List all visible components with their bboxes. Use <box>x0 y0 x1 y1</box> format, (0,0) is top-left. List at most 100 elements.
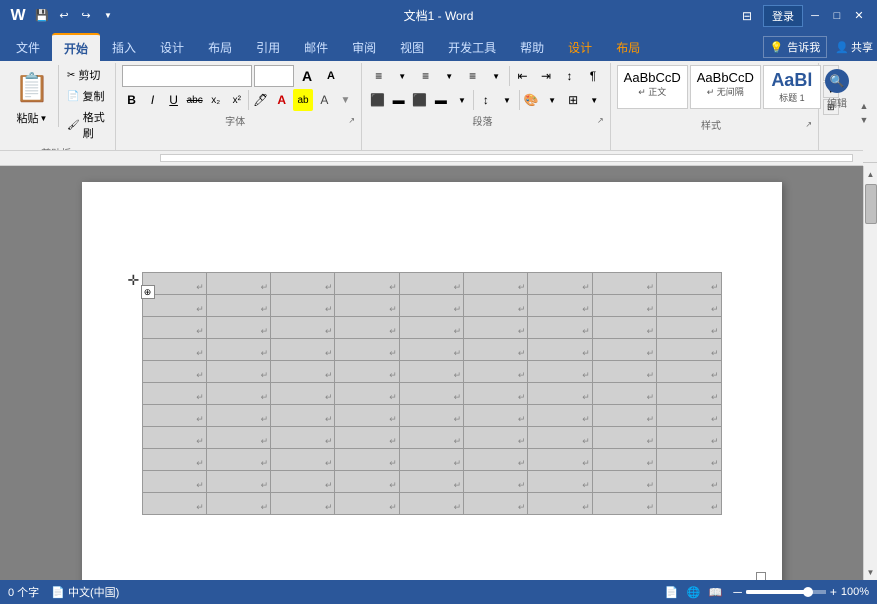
table-cell[interactable] <box>142 339 206 361</box>
table-cell[interactable] <box>206 493 270 515</box>
table-cell[interactable] <box>528 427 592 449</box>
tab-developer[interactable]: 开发工具 <box>436 33 508 61</box>
decrease-font-button[interactable]: A <box>320 65 342 87</box>
table-cell[interactable] <box>399 471 463 493</box>
table-cell[interactable] <box>657 339 721 361</box>
table-cell[interactable] <box>399 361 463 383</box>
table-cell[interactable] <box>592 361 656 383</box>
table-cell[interactable] <box>592 427 656 449</box>
shading-button[interactable]: 🎨 <box>521 89 540 111</box>
table-cell[interactable] <box>464 361 528 383</box>
table-cell[interactable] <box>271 493 335 515</box>
justify-button[interactable]: ▬ <box>431 89 450 111</box>
table-icon[interactable]: ⊟ <box>735 6 759 26</box>
text-effect-button[interactable]: A <box>315 89 334 111</box>
para-expand-icon[interactable]: ↗ <box>597 116 604 125</box>
table-cell[interactable] <box>335 317 399 339</box>
table-cell[interactable] <box>142 427 206 449</box>
paste-dropdown[interactable]: 粘贴 ▼ <box>14 109 51 127</box>
clear-format-button[interactable]: 🖊 <box>251 89 270 111</box>
table-cell[interactable] <box>399 493 463 515</box>
copy-button[interactable]: 📄 复制 <box>63 86 113 106</box>
bullet-dropdown-button[interactable]: ▼ <box>391 65 412 87</box>
tab-insert[interactable]: 插入 <box>100 33 148 61</box>
table-cell[interactable] <box>464 273 528 295</box>
table-cell[interactable] <box>657 273 721 295</box>
table-cell[interactable] <box>592 493 656 515</box>
login-button[interactable]: 登录 <box>763 5 803 27</box>
tab-home[interactable]: 开始 <box>52 33 100 61</box>
table-cell[interactable] <box>399 405 463 427</box>
table-cell[interactable] <box>335 493 399 515</box>
highlight-button[interactable]: ab <box>293 89 313 111</box>
table-cell[interactable] <box>142 493 206 515</box>
scroll-down-button[interactable]: ▼ <box>864 564 877 580</box>
table-cell[interactable] <box>657 361 721 383</box>
table-cell[interactable] <box>399 273 463 295</box>
font-color-button[interactable]: A <box>272 89 291 111</box>
table-cell[interactable] <box>657 493 721 515</box>
increase-font-button[interactable]: A <box>296 65 318 87</box>
table-cell[interactable] <box>592 471 656 493</box>
table-cell[interactable] <box>335 273 399 295</box>
table-cell[interactable] <box>271 339 335 361</box>
font-size-input[interactable] <box>254 65 294 87</box>
table-cell[interactable] <box>528 405 592 427</box>
tab-table-design[interactable]: 设计 <box>556 33 604 61</box>
table-cell[interactable] <box>592 339 656 361</box>
table-cell[interactable] <box>464 471 528 493</box>
table-cell[interactable] <box>399 383 463 405</box>
show-marks-button[interactable]: ¶ <box>582 65 603 87</box>
line-spacing-dropdown[interactable]: ▼ <box>497 89 516 111</box>
table-resize-handle[interactable] <box>756 572 766 580</box>
font-name-input[interactable] <box>122 65 252 87</box>
table-cell[interactable] <box>271 471 335 493</box>
close-button[interactable]: ✕ <box>849 6 869 26</box>
line-spacing-button[interactable]: ↕ <box>476 89 495 111</box>
table-cell[interactable] <box>142 405 206 427</box>
bullet-list-button[interactable]: ≡ <box>368 65 389 87</box>
bold-button[interactable]: B <box>122 89 141 111</box>
table-cell[interactable] <box>142 471 206 493</box>
decrease-indent-button[interactable]: ⇤ <box>512 65 533 87</box>
table-cell[interactable] <box>464 339 528 361</box>
minimize-button[interactable]: ─ <box>805 6 825 26</box>
table-cell[interactable] <box>271 273 335 295</box>
numbered-list-button[interactable]: ≡ <box>415 65 436 87</box>
table-cell[interactable] <box>528 493 592 515</box>
table-cell[interactable] <box>271 383 335 405</box>
table-cell[interactable] <box>142 449 206 471</box>
table-cell[interactable] <box>335 361 399 383</box>
table-cell[interactable] <box>335 383 399 405</box>
table-cell[interactable] <box>592 273 656 295</box>
table-cell[interactable] <box>335 405 399 427</box>
shading-dropdown[interactable]: ▼ <box>542 89 561 111</box>
tab-mailings[interactable]: 邮件 <box>292 33 340 61</box>
ribbon-scroll-down[interactable]: ▼ <box>857 113 871 127</box>
table-cell[interactable] <box>464 317 528 339</box>
tab-view[interactable]: 视图 <box>388 33 436 61</box>
read-view-button[interactable]: 📖 <box>705 583 725 601</box>
table-cell[interactable] <box>528 317 592 339</box>
table-cell[interactable] <box>399 295 463 317</box>
table-cell[interactable] <box>657 405 721 427</box>
scroll-thumb[interactable] <box>865 184 877 224</box>
redo-button[interactable]: ↪ <box>76 6 96 26</box>
table-cell[interactable] <box>592 405 656 427</box>
table-cell[interactable] <box>592 383 656 405</box>
table-move-handle[interactable]: ⊕ <box>141 285 155 299</box>
tab-table-layout[interactable]: 布局 <box>604 33 652 61</box>
table-cell[interactable] <box>271 361 335 383</box>
align-left-button[interactable]: ⬛ <box>368 89 387 111</box>
table-cell[interactable] <box>335 339 399 361</box>
increase-indent-button[interactable]: ⇥ <box>535 65 556 87</box>
zoom-out-button[interactable]: ─ <box>733 585 742 599</box>
table-cell[interactable] <box>271 295 335 317</box>
tab-references[interactable]: 引用 <box>244 33 292 61</box>
table-cell[interactable] <box>399 339 463 361</box>
tab-layout[interactable]: 布局 <box>196 33 244 61</box>
zoom-in-button[interactable]: + <box>830 585 837 599</box>
table-cell[interactable] <box>206 273 270 295</box>
underline-button[interactable]: U <box>164 89 183 111</box>
table-cell[interactable] <box>399 449 463 471</box>
